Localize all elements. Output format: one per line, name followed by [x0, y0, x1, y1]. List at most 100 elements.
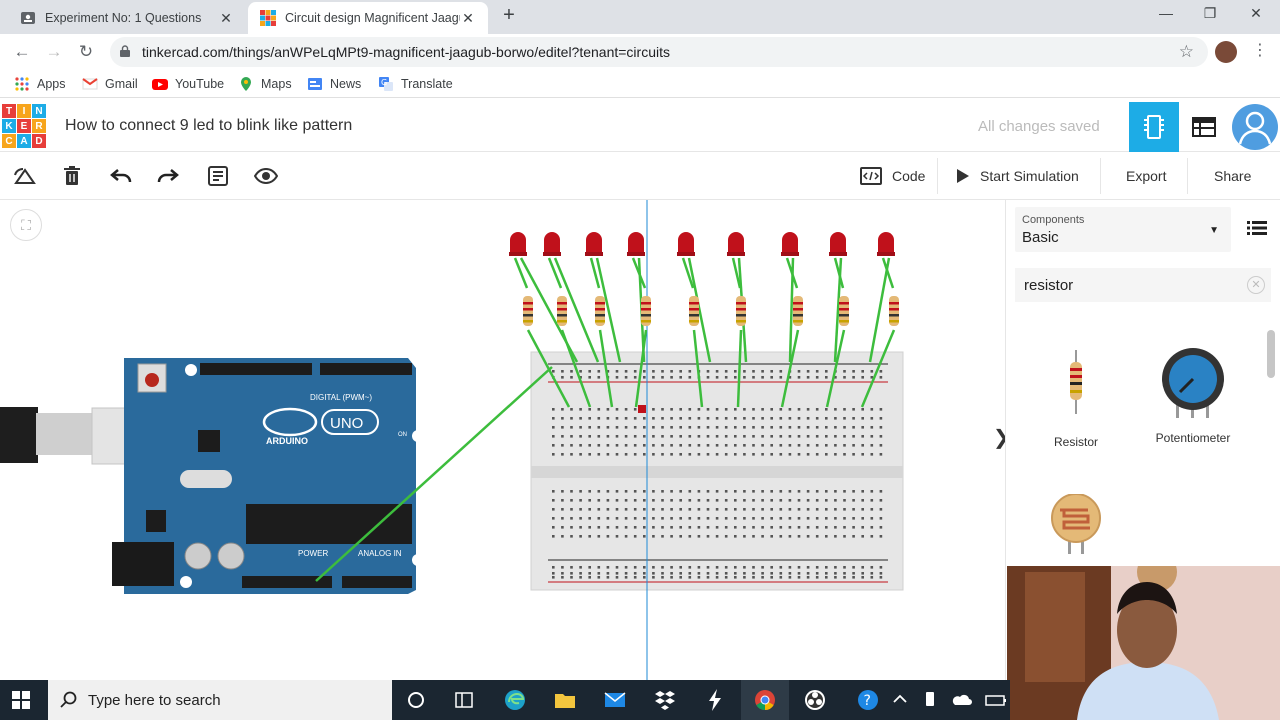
bookmark-label: YouTube — [175, 77, 225, 91]
obs-icon[interactable] — [803, 688, 827, 712]
breadboard-hole — [661, 499, 664, 502]
new-tab-icon[interactable]: + — [500, 4, 518, 28]
forward-icon[interactable]: → — [42, 40, 66, 64]
tinkercad-logo[interactable]: T I N K E R C A D — [2, 104, 46, 148]
circuit-view-button[interactable] — [1129, 102, 1179, 152]
bookmark-maps[interactable]: Maps — [238, 76, 292, 92]
clear-search-icon[interactable]: ✕ — [1247, 276, 1265, 294]
breadboard-hole — [679, 370, 682, 373]
breadboard-hole — [588, 408, 591, 411]
address-bar[interactable]: tinkercad.com/things/anWPeLqMPt9-magnifi… — [110, 37, 1208, 67]
resistor-band — [793, 302, 803, 305]
resistor-band — [641, 302, 651, 305]
rotate-icon[interactable] — [11, 162, 39, 190]
breadboard-hole — [734, 490, 737, 493]
breadboard-hole — [761, 576, 764, 579]
bookmark-translate[interactable]: G Translate — [378, 76, 453, 92]
tray-chevron-icon[interactable] — [888, 688, 912, 712]
bookmark-apps[interactable]: Apps — [14, 76, 66, 92]
mail-icon[interactable] — [603, 688, 627, 712]
share-button[interactable]: Share — [1214, 160, 1251, 192]
edge-icon[interactable] — [503, 688, 527, 712]
breadboard-hole — [797, 517, 801, 520]
redo-icon[interactable] — [154, 162, 182, 190]
usb-device-icon[interactable] — [918, 688, 942, 712]
component-search-input[interactable]: resistor ✕ — [1015, 268, 1271, 302]
scrollbar-thumb[interactable] — [1267, 330, 1275, 378]
breadboard-hole — [834, 572, 837, 575]
reload-icon[interactable]: ↻ — [74, 40, 98, 64]
minimize-icon[interactable]: — — [1146, 5, 1186, 27]
breadboard-hole — [825, 526, 828, 529]
windows-start-icon[interactable] — [12, 691, 30, 709]
delete-icon[interactable] — [58, 162, 86, 190]
tab-circuit-design[interactable]: Circuit design Magnificent Jaagub ✕ — [248, 2, 488, 34]
component-resistor[interactable]: Resistor — [1021, 350, 1131, 449]
breadboard-hole — [697, 453, 701, 456]
window-close-icon[interactable]: ✕ — [1236, 5, 1276, 27]
battery-icon[interactable] — [984, 688, 1008, 712]
code-button[interactable]: Code — [860, 160, 925, 192]
breadboard[interactable] — [530, 351, 904, 591]
tab-experiment[interactable]: Experiment No: 1 Questions ✕ — [8, 2, 246, 34]
browser-menu-icon[interactable]: ⋮ — [1252, 40, 1268, 60]
back-icon[interactable]: ← — [10, 40, 34, 64]
panel-scrollbar[interactable] — [1267, 320, 1275, 580]
taskbar-search-input[interactable]: Type here to search — [48, 680, 392, 720]
atmega-chip — [246, 504, 412, 544]
breadboard-hole — [752, 444, 755, 447]
breadboard-hole — [843, 572, 846, 575]
component-potentiometer[interactable]: Potentiometer — [1138, 346, 1248, 445]
component-photoresistor[interactable] — [1021, 493, 1131, 557]
breadboard-hole — [761, 535, 764, 538]
breadboard-hole — [843, 490, 846, 493]
start-simulation-button[interactable]: Start Simulation — [956, 160, 1079, 192]
bookmark-youtube[interactable]: YouTube — [152, 76, 224, 92]
arduino-uno-board[interactable]: ARDUINO UNO DIGITAL (PWM~) POWER ANALOG … — [112, 358, 424, 594]
notes-icon[interactable] — [204, 162, 232, 190]
breadboard-hole — [570, 526, 573, 529]
breadboard-hole — [797, 370, 801, 373]
breadboard-hole — [743, 453, 746, 456]
restore-icon[interactable]: ❐ — [1190, 5, 1230, 27]
onedrive-icon[interactable] — [950, 688, 974, 712]
chrome-icon[interactable] — [753, 688, 777, 712]
bolt-app-icon[interactable] — [703, 688, 727, 712]
close-icon[interactable]: ✕ — [218, 10, 234, 27]
user-avatar[interactable] — [1232, 104, 1278, 150]
breadboard-hole — [652, 526, 655, 529]
breadboard-hole — [779, 376, 783, 379]
breadboard-hole — [706, 490, 710, 493]
component-list-view-button[interactable] — [1179, 102, 1229, 152]
circuit-canvas[interactable]: ⛶ ARDUINO UNO DIGITAL (PWM~) POWER ANALO… — [0, 200, 1010, 680]
dropbox-icon[interactable] — [653, 688, 677, 712]
breadboard-hole — [779, 526, 783, 529]
logo-letter: N — [32, 104, 46, 118]
breadboard-hole — [661, 408, 664, 411]
export-button[interactable]: Export — [1126, 160, 1166, 192]
resistor-band — [793, 320, 803, 323]
profile-avatar[interactable] — [1215, 41, 1237, 63]
breadboard-hole — [879, 417, 883, 420]
cortana-icon[interactable] — [404, 688, 428, 712]
resistor-band — [839, 320, 849, 323]
bookmark-gmail[interactable]: Gmail — [82, 76, 138, 92]
components-dropdown[interactable]: Components Basic ▼ — [1015, 207, 1231, 252]
project-title[interactable]: How to connect 9 led to blink like patte… — [65, 117, 352, 135]
breadboard-hole — [843, 444, 846, 447]
help-icon[interactable]: ? — [856, 688, 880, 712]
breadboard-hole — [633, 576, 637, 579]
breadboard-hole — [734, 444, 737, 447]
visibility-eye-icon[interactable] — [252, 162, 280, 190]
file-explorer-icon[interactable] — [553, 688, 577, 712]
close-icon[interactable]: ✕ — [460, 10, 476, 27]
breadboard-hole — [606, 426, 610, 429]
list-view-icon[interactable] — [1247, 220, 1267, 236]
breadboard-hole — [770, 444, 773, 447]
task-view-icon[interactable] — [452, 688, 476, 712]
breadboard-hole — [706, 408, 710, 411]
bookmark-star-icon[interactable]: ☆ — [1179, 42, 1194, 62]
bookmark-news[interactable]: News — [307, 76, 361, 92]
digital-header — [320, 363, 412, 375]
undo-icon[interactable] — [107, 162, 135, 190]
